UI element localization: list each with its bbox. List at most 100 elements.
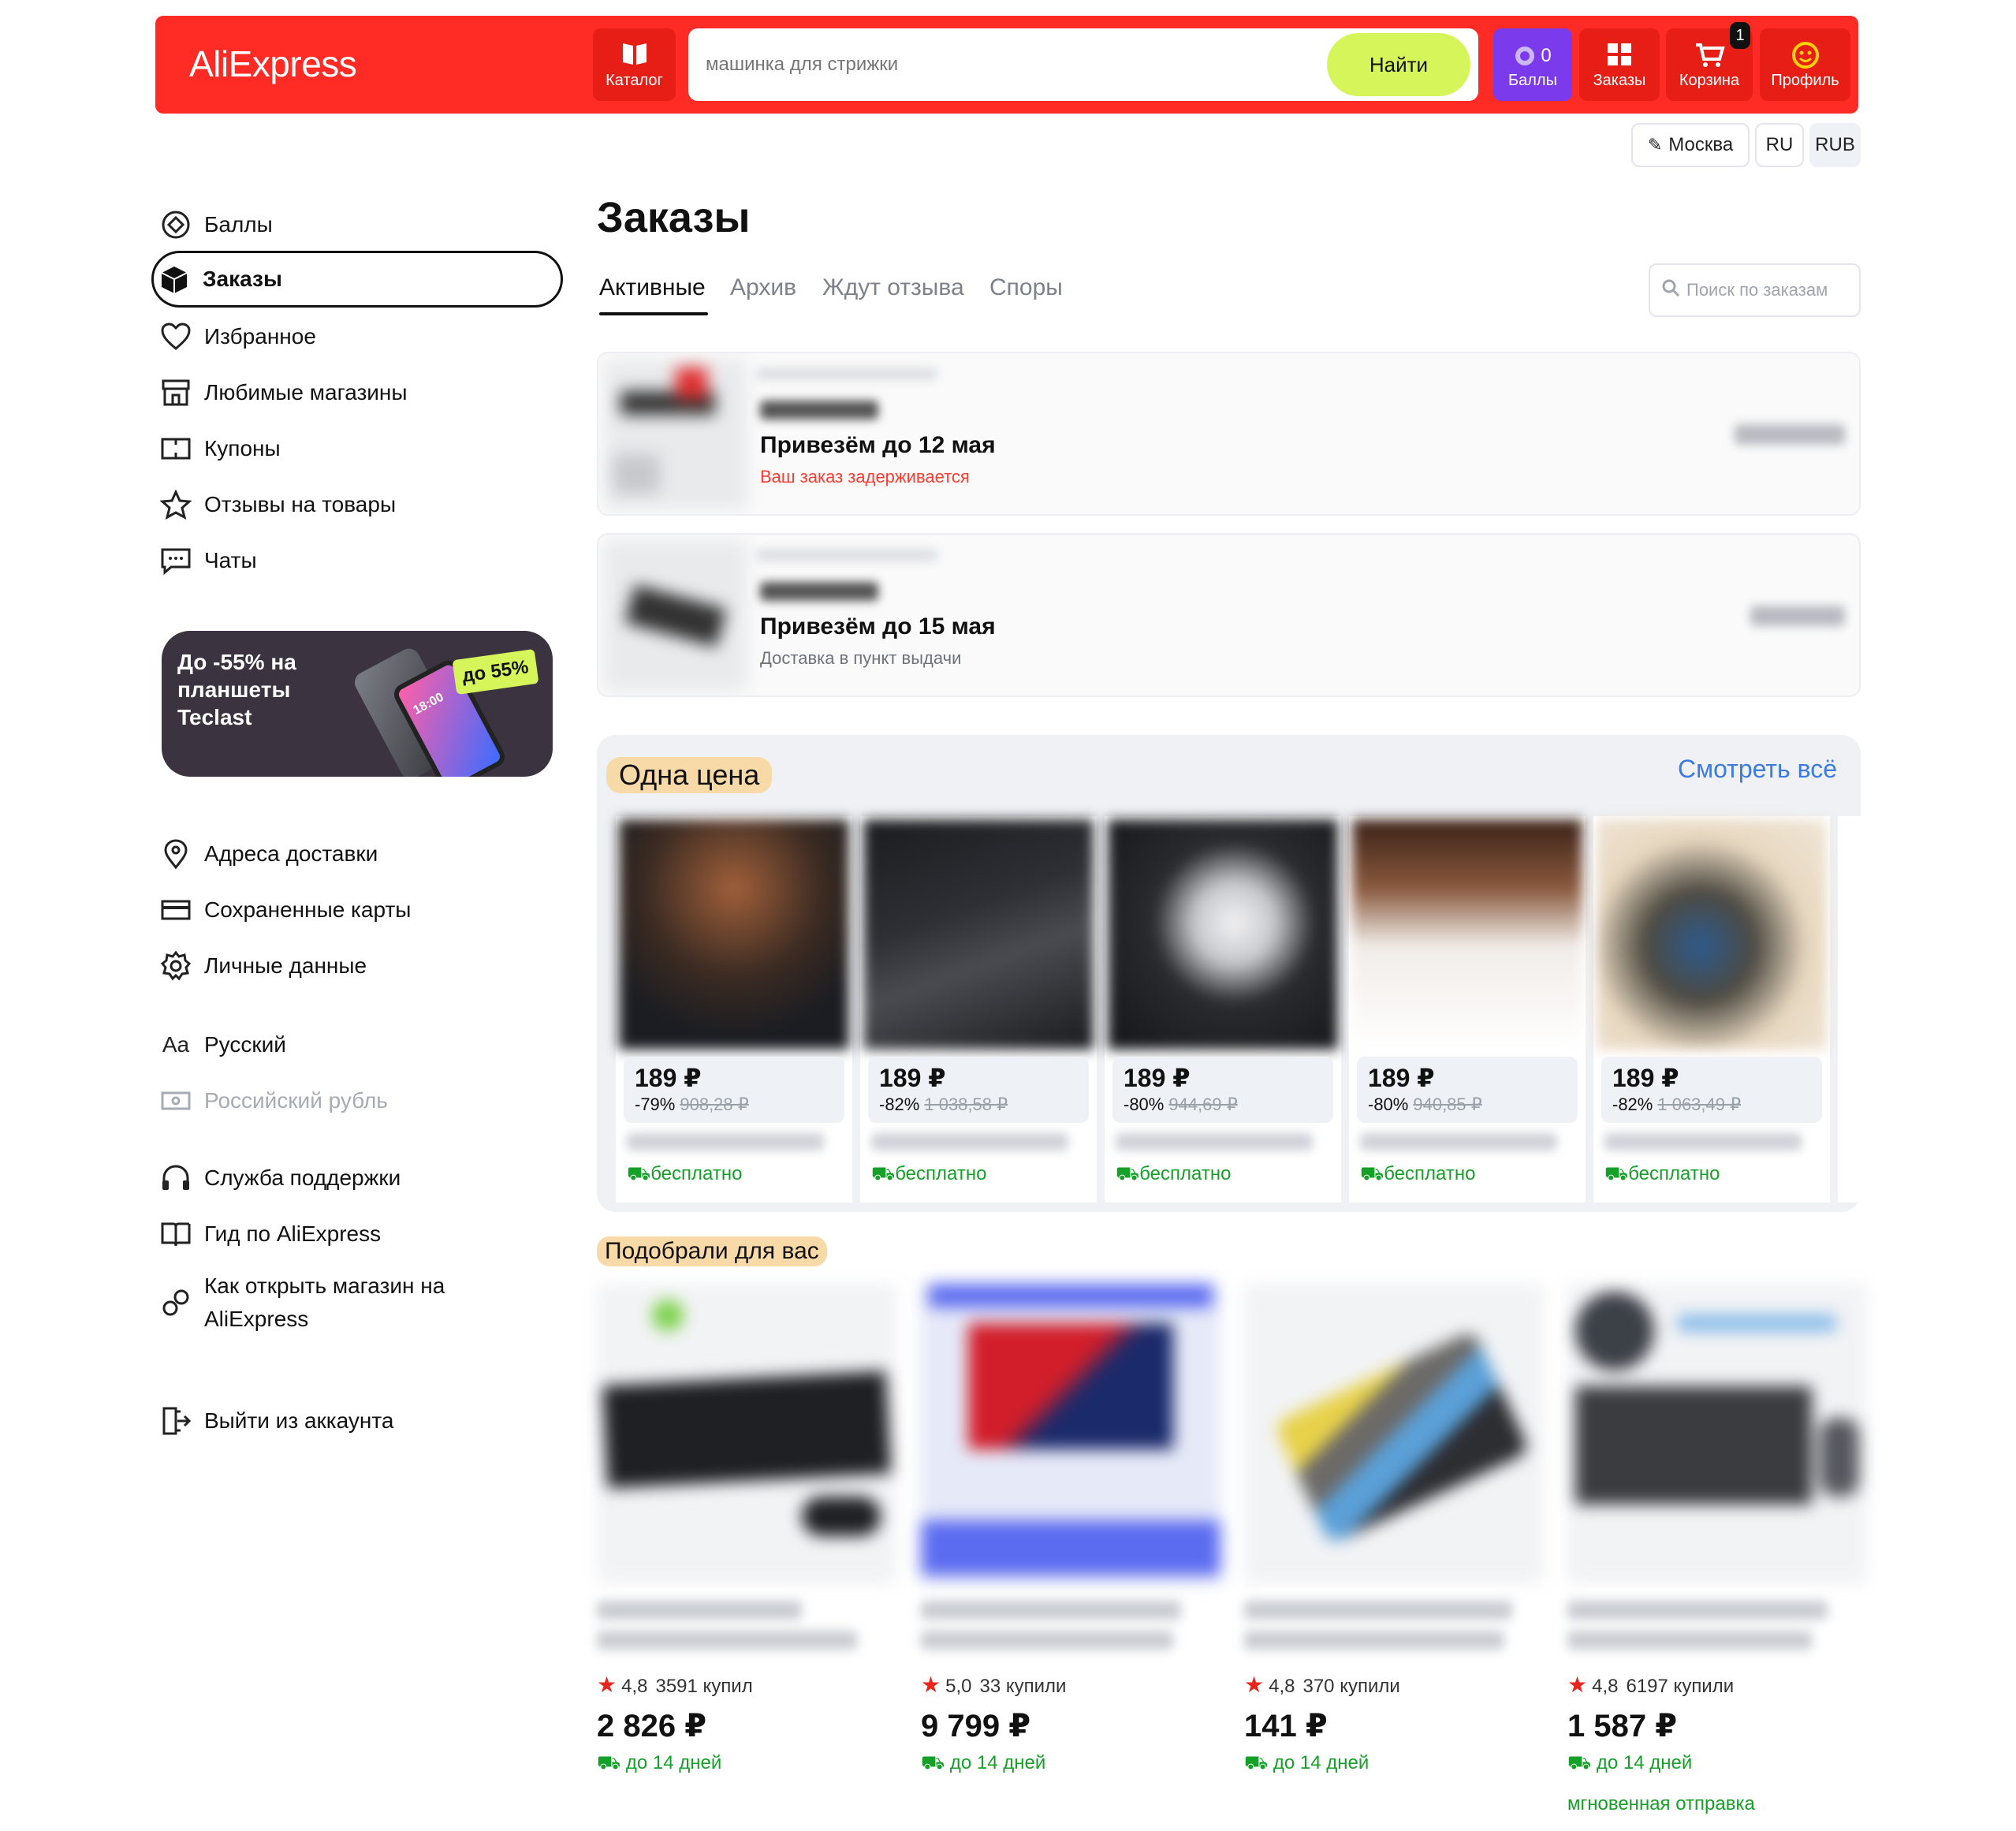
sidebar-item-coupons[interactable]: Купоны (155, 426, 281, 472)
rating-row: ★ 4,8 370 купили (1244, 1672, 1400, 1698)
sidebar-item-label: Купоны (204, 436, 281, 461)
product-image (1244, 1284, 1544, 1583)
sidebar-item-language[interactable]: Aa Русский (155, 1022, 286, 1068)
sidebar-item-guide[interactable]: Гид по AliExpress (155, 1211, 381, 1257)
logout-button[interactable]: Выйти из аккаунта (155, 1398, 393, 1444)
discount-percent: -79% (635, 1094, 676, 1114)
sidebar-item-reviews[interactable]: Отзывы на товары (155, 482, 396, 528)
search-input[interactable] (706, 49, 1305, 80)
active-tab-indicator (599, 312, 708, 315)
delivery-row: ⛟ до 14 дней (921, 1752, 1045, 1776)
product-price: 189 ₽ (635, 1064, 702, 1092)
tab-awaiting-review[interactable]: Ждут отзыва (822, 274, 964, 301)
star-icon: ★ (1244, 1673, 1265, 1697)
sidebar-item-label: Чаты (204, 548, 257, 572)
sidebar-item-label: Как открыть магазин на AliExpress (204, 1273, 445, 1331)
delivery-time: до 14 дней (949, 1752, 1046, 1773)
promo-text: До -55% на планшеты Teclast (177, 650, 296, 729)
one-price-card[interactable]: 189 ₽ -80% 944,69 ₽ ⛟бесплатно (1105, 816, 1341, 1203)
rating-value: 4,8 (1592, 1676, 1619, 1697)
product-name-placeholder (871, 1133, 1068, 1150)
product-name-placeholder (597, 1601, 802, 1620)
recommended-title: Подобрали для вас (597, 1236, 827, 1266)
star-icon (155, 490, 196, 520)
orders-button[interactable]: Заказы (1579, 28, 1660, 101)
catalog-label: Каталог (606, 71, 663, 89)
coin-icon (1515, 46, 1535, 65)
sidebar-item-label: Гид по AliExpress (204, 1221, 382, 1246)
tab-archive[interactable]: Архив (730, 274, 796, 301)
search-button[interactable]: Найти (1327, 33, 1470, 96)
currency-selector[interactable]: RUB (1809, 123, 1861, 167)
profile-label: Профиль (1771, 71, 1839, 89)
sidebar-item-label: Личные данные (204, 953, 367, 978)
instant-shipping-label: мгновенная отправка (1567, 1793, 1755, 1814)
truck-icon: ⛟ (921, 1752, 950, 1773)
price-box: 189 ₽ -82% 1 038,58 ₽ (868, 1057, 1089, 1123)
star-icon: ★ (597, 1673, 617, 1697)
product-price: 189 ₽ (1368, 1064, 1435, 1092)
sidebar-item-personal-data[interactable]: Личные данные (155, 943, 367, 989)
search-icon (1661, 278, 1680, 302)
one-price-card[interactable]: 189 ₽ -82% 1 038,58 ₽ ⛟бесплатно (860, 816, 1097, 1203)
delivery-label: бесплатно (1628, 1163, 1720, 1184)
product-name-placeholder (627, 1133, 824, 1150)
product-image (1567, 1284, 1867, 1583)
old-price: 940,85 ₽ (1413, 1094, 1482, 1114)
rating-value: 5,0 (945, 1676, 972, 1697)
product-image (1597, 819, 1827, 1050)
product-price: 2 826 ₽ (597, 1709, 707, 1743)
price-box: 189 ₽ -82% 1 063,49 ₽ (1601, 1057, 1822, 1123)
shop-open-icon (155, 1287, 196, 1318)
sidebar-item-points[interactable]: Баллы (155, 202, 273, 248)
sidebar-item-label: Выйти из аккаунта (204, 1408, 394, 1433)
sidebar-item-favorites[interactable]: Избранное (155, 314, 316, 360)
one-price-card[interactable]: 189 ₽ -80% 940,85 ₽ ⛟бесплатно (1349, 816, 1586, 1203)
truck-icon: ⛟ (1116, 1163, 1140, 1184)
city-selector[interactable]: ✎ Москва (1631, 123, 1750, 167)
product-price: 9 799 ₽ (921, 1709, 1031, 1743)
delivery-row: ⛟ до 14 дней (1244, 1752, 1369, 1776)
product-image (597, 1284, 896, 1583)
tab-active[interactable]: Активные (599, 274, 706, 301)
sidebar-item-orders[interactable]: Заказы (151, 251, 563, 308)
aliexpress-logo[interactable]: AliExpress (189, 43, 357, 85)
truck-icon: ⛟ (597, 1752, 626, 1773)
headphones-icon (155, 1163, 196, 1193)
one-price-card[interactable]: 189 ₽ -82% 1 063,49 ₽ ⛟бесплатно (1593, 816, 1830, 1203)
sidebar-item-label: Баллы (204, 212, 273, 237)
product-name-placeholder (921, 1631, 1173, 1650)
profile-button[interactable]: Профиль (1760, 28, 1850, 101)
one-price-card-partial[interactable] (1838, 816, 1861, 1203)
one-price-card[interactable]: 189 ₽ -79% 908,28 ₽ ⛟бесплатно (616, 816, 852, 1203)
sidebar-item-chats[interactable]: Чаты (155, 538, 257, 584)
sidebar-item-label: Избранное (204, 324, 316, 349)
tablets-promo-banner[interactable]: До -55% на планшеты Teclast 18:00 до 55% (162, 631, 553, 777)
product-name-placeholder (597, 1631, 857, 1650)
orders-label: Заказы (1593, 71, 1646, 89)
sidebar-item-cards[interactable]: Сохраненные карты (155, 887, 411, 933)
truck-icon: ⛟ (1604, 1163, 1629, 1184)
see-all-link[interactable]: Смотреть всё (1678, 755, 1837, 784)
sidebar-item-addresses[interactable]: Адреса доставки (155, 831, 378, 877)
sidebar-item-open-store[interactable]: Как открыть магазин на AliExpress (155, 1270, 486, 1336)
sidebar-item-support[interactable]: Служба поддержки (155, 1155, 401, 1201)
order-card[interactable]: Привезём до 15 мая Доставка в пункт выда… (597, 533, 1861, 697)
order-status: Ваш заказ задерживается (760, 467, 970, 487)
sidebar-item-stores[interactable]: Любимые магазины (155, 370, 408, 416)
points-button[interactable]: 0 Баллы (1493, 28, 1572, 101)
old-price: 908,28 ₽ (680, 1094, 749, 1114)
order-card[interactable]: Привезём до 12 мая Ваш заказ задерживает… (597, 352, 1861, 516)
order-price-placeholder (1735, 424, 1845, 445)
top-header: AliExpress Каталог Найти 0 Баллы Заказы … (155, 16, 1858, 114)
order-search-input[interactable]: Поиск по заказам (1649, 263, 1861, 317)
catalog-button[interactable]: Каталог (593, 28, 676, 101)
one-price-title: Одна цена (606, 757, 773, 793)
product-image (921, 1284, 1220, 1583)
delivery-label: бесплатно (895, 1163, 987, 1184)
order-status: Доставка в пункт выдачи (760, 648, 962, 668)
tablet-screen-time: 18:00 (411, 690, 446, 718)
tab-disputes[interactable]: Споры (989, 274, 1063, 301)
price-box: 189 ₽ -80% 940,85 ₽ (1357, 1057, 1578, 1123)
language-selector[interactable]: RU (1755, 123, 1804, 167)
